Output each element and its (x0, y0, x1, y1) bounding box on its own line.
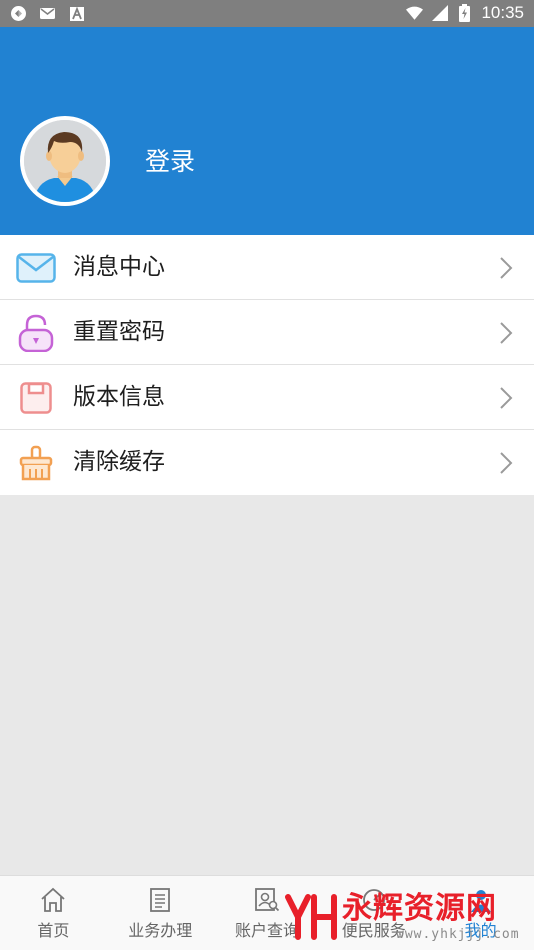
tab-home[interactable]: 首页 (0, 876, 107, 950)
chevron-right-icon (496, 321, 516, 345)
avatar[interactable] (20, 116, 110, 206)
chevron-right-icon (496, 451, 516, 475)
watermark-logo-icon (285, 894, 337, 940)
menu-item-messages[interactable]: 消息中心 (0, 235, 534, 300)
signal-icon (431, 5, 448, 22)
a-icon (68, 5, 85, 22)
settings-menu: 消息中心 重置密码 版本信息 清除缓存 (0, 235, 534, 495)
watermark-url: www.yhkjjj.com (396, 927, 520, 942)
lock-icon (16, 314, 56, 352)
chevron-right-icon (496, 386, 516, 410)
watermark-text: 永辉资源网 (342, 891, 497, 926)
tab-label: 业务办理 (128, 921, 193, 940)
document-icon (145, 885, 175, 915)
menu-item-version-info[interactable]: 版本信息 (0, 365, 534, 430)
clock: 10:35 (481, 3, 524, 22)
tab-business[interactable]: 业务办理 (107, 876, 214, 950)
menu-item-label: 消息中心 (73, 254, 165, 280)
menu-item-label: 清除缓存 (73, 449, 165, 475)
menu-item-clear-cache[interactable]: 清除缓存 (0, 430, 534, 495)
floppy-icon (16, 379, 56, 417)
account-search-icon (252, 885, 282, 915)
menu-item-reset-password[interactable]: 重置密码 (0, 300, 534, 365)
watermark: 永辉资源网 www.yhkjjj.com (284, 889, 524, 945)
avatar-person-icon (24, 120, 106, 202)
broom-icon (16, 444, 56, 482)
envelope-icon (16, 249, 56, 287)
status-bar: 10:35 (0, 0, 534, 27)
sync-icon (10, 5, 27, 22)
tab-label: 首页 (37, 921, 70, 940)
wifi-icon (406, 5, 424, 22)
chevron-right-icon (496, 256, 516, 280)
profile-header: 登录 (0, 27, 534, 235)
menu-item-label: 版本信息 (73, 384, 165, 410)
battery-icon (456, 4, 473, 22)
mail-icon (39, 5, 56, 22)
login-link[interactable]: 登录 (145, 146, 195, 178)
menu-item-label: 重置密码 (73, 319, 165, 345)
home-icon (38, 885, 68, 915)
